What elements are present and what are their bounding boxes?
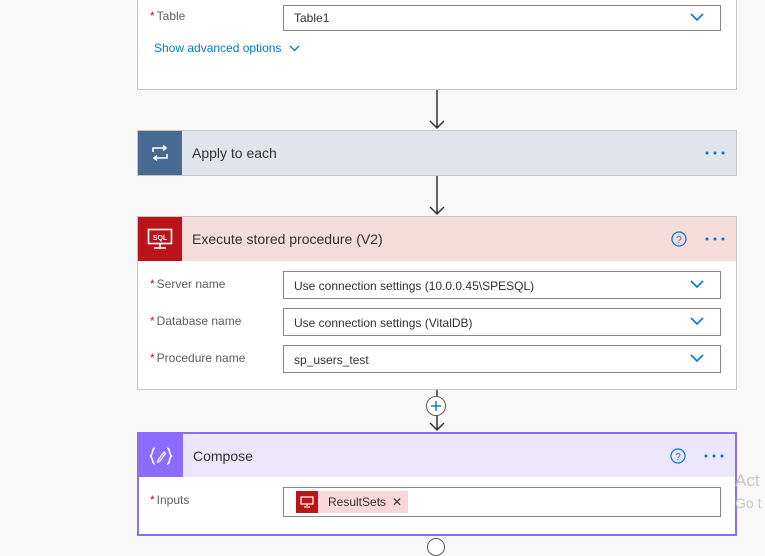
table-input[interactable]: Table1: [283, 5, 721, 31]
flow-arrow-icon: [429, 90, 445, 130]
svg-text:SQL: SQL: [153, 235, 168, 242]
compose-icon-box: [139, 434, 183, 477]
more-options-icon[interactable]: [702, 144, 728, 162]
apply-to-each-header[interactable]: Apply to each: [138, 131, 736, 175]
server-name-value: Use connection settings (10.0.0.45\SPESQ…: [294, 279, 535, 293]
table-input-value: Table1: [294, 11, 330, 25]
chevron-down-icon[interactable]: [690, 354, 704, 363]
help-icon[interactable]: ?: [669, 447, 687, 465]
table-field-row: * Table Table1: [138, 5, 736, 35]
next-step-connector: [427, 538, 445, 556]
inputs-row: * Inputs ResultSets ✕: [139, 487, 735, 517]
insert-step-button[interactable]: [426, 396, 446, 416]
server-name-label: * Server name: [150, 277, 226, 291]
execute-stored-procedure-header[interactable]: SQL Execute stored procedure (V2) ?: [138, 217, 736, 261]
loop-icon: [152, 145, 168, 161]
database-name-input[interactable]: Use connection settings (VitalDB): [283, 308, 721, 336]
procedure-name-input[interactable]: sp_users_test: [283, 345, 721, 373]
chevron-down-icon: [289, 45, 300, 51]
database-name-row: * Database name Use connection settings (…: [138, 308, 736, 338]
chevron-down-icon[interactable]: [690, 280, 704, 289]
resultsets-token[interactable]: ResultSets ✕: [296, 491, 409, 513]
server-name-input[interactable]: Use connection settings (10.0.0.45\SPESQ…: [283, 271, 721, 299]
table-card: * Table Table1 Show advanced options: [137, 0, 737, 90]
server-name-row: * Server name Use connection settings (10…: [138, 271, 736, 301]
database-name-value: Use connection settings (VitalDB): [294, 316, 473, 330]
execute-stored-procedure-card: SQL Execute stored procedure (V2) ? * Ser…: [137, 216, 737, 390]
compose-title: Compose: [193, 447, 253, 464]
help-icon[interactable]: ?: [670, 230, 688, 248]
svg-text:?: ?: [675, 452, 681, 463]
apply-to-each-title: Apply to each: [192, 145, 277, 161]
inputs-label: * Inputs: [150, 493, 190, 507]
flow-arrow-icon: [429, 176, 445, 216]
show-advanced-options-link[interactable]: Show advanced options: [154, 41, 300, 55]
procedure-name-row: * Procedure name sp_users_test: [138, 345, 736, 375]
activation-watermark-line1: Act: [735, 471, 760, 490]
sql-icon-box: SQL: [138, 217, 182, 261]
svg-text:?: ?: [676, 235, 682, 246]
chevron-down-icon[interactable]: [690, 13, 704, 22]
procedure-name-value: sp_users_test: [294, 353, 369, 367]
apply-to-each-card[interactable]: Apply to each: [137, 130, 737, 176]
resultsets-token-label: ResultSets: [328, 495, 387, 509]
sql-token-icon: [296, 491, 318, 513]
chevron-down-icon[interactable]: [690, 317, 704, 326]
loop-icon-box: [138, 131, 182, 175]
procedure-name-label: * Procedure name: [150, 351, 246, 365]
sql-server-icon: SQL: [147, 228, 173, 249]
activation-watermark-line2: Go t: [735, 495, 762, 511]
database-name-label: * Database name: [150, 314, 242, 328]
plus-icon: [431, 401, 441, 411]
more-options-icon[interactable]: [702, 230, 728, 248]
compose-card: Compose ? * Inputs ResultSets ✕: [137, 432, 737, 536]
compose-header[interactable]: Compose ?: [139, 434, 735, 477]
more-options-icon[interactable]: [701, 447, 727, 465]
execute-stored-procedure-title: Execute stored procedure (V2): [192, 231, 383, 247]
inputs-field[interactable]: ResultSets ✕: [283, 487, 721, 517]
table-field-label: * Table: [150, 9, 186, 23]
compose-braces-icon: [149, 446, 173, 465]
remove-token-icon[interactable]: ✕: [392, 495, 402, 509]
